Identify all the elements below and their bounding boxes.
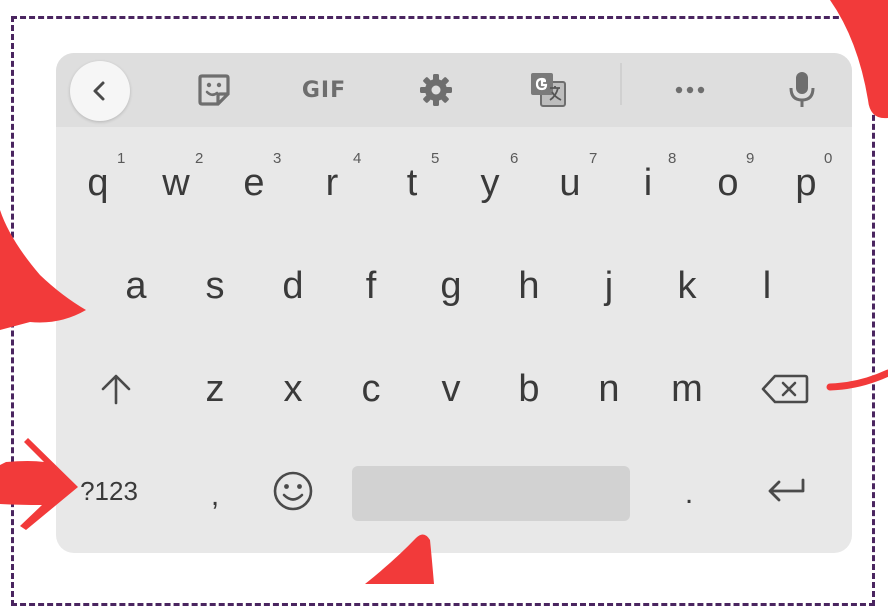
annotation-arrows xyxy=(0,0,888,584)
symbols-arrow-mark xyxy=(0,438,78,530)
left-arrow-mark xyxy=(0,210,86,330)
backspace-arrow-mark xyxy=(826,369,888,391)
spacebar-arrow-mark xyxy=(365,534,434,584)
top-right-arrow-mark xyxy=(830,0,888,119)
